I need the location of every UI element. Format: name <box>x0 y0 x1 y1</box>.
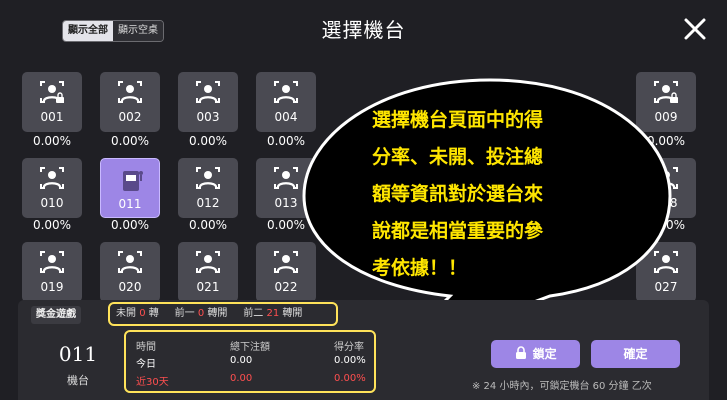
bonus-game-tag: 獎金遊戲 <box>31 306 81 324</box>
slot-machine-icon <box>118 167 144 197</box>
prev1-value: 0 <box>197 308 205 319</box>
prev1-label: 前一 <box>174 308 195 319</box>
machine-rate-003: 0.00% <box>188 134 228 148</box>
machine-tile-019[interactable]: 019 <box>22 242 82 302</box>
callout-line: 說都是相當重要的參 <box>372 219 544 242</box>
callout-line: 額等資訊對於選台來 <box>372 182 543 205</box>
page-title: 選擇機台 <box>321 18 406 42</box>
machine-number: 001 <box>40 110 64 124</box>
close-icon[interactable] <box>680 14 710 44</box>
table-row-today-bet: 0.00 <box>230 355 253 366</box>
machine-number: 019 <box>40 280 64 294</box>
machine-rate-002: 0.00% <box>110 134 150 148</box>
machine-number: 003 <box>196 110 220 124</box>
callout-line: 分率、未開、投注總 <box>372 145 543 168</box>
lock-icon <box>516 346 527 359</box>
lock-button[interactable]: 鎖定 <box>491 340 580 368</box>
user-scan-icon <box>39 80 65 108</box>
machine-tile-011[interactable]: 011 <box>100 158 160 218</box>
table-row-30d-time: 近30天 <box>136 377 169 388</box>
machine-number: 011 <box>118 197 142 211</box>
table-header-time: 時間 <box>136 342 156 353</box>
machine-number: 021 <box>196 280 220 294</box>
user-scan-icon <box>273 250 299 278</box>
machine-number: 010 <box>40 196 64 210</box>
machine-tile-003[interactable]: 003 <box>178 72 238 132</box>
user-scan-icon <box>195 250 221 278</box>
modal-header: 顯示全部 顯示空桌 選擇機台 <box>0 0 727 56</box>
stats-table: 時間 總下注額 得分率 今日 0.00 0.00% 近30天 0.00 0.00… <box>124 330 376 393</box>
confirm-button[interactable]: 確定 <box>591 340 680 368</box>
user-scan-icon <box>39 250 65 278</box>
prev2-unit: 轉開 <box>282 308 303 319</box>
table-row-30d-bet: 0.00 <box>230 373 253 384</box>
prev2-label: 前二 <box>243 308 264 319</box>
spin-stats: 未開 0 轉 前一 0 轉開 前二 21 轉開 <box>108 302 338 326</box>
user-scan-icon <box>195 166 221 194</box>
machine-rate-001: 0.00% <box>32 134 72 148</box>
user-scan-icon <box>117 80 143 108</box>
machine-number: 012 <box>196 196 220 210</box>
not-open-unit: 轉 <box>148 308 159 319</box>
machine-rate-012: 0.00% <box>188 218 228 232</box>
prev1-unit: 轉開 <box>207 308 228 319</box>
machine-tile-002[interactable]: 002 <box>100 72 160 132</box>
lock-note: ※ 24 小時內，可鎖定機台 60 分鐘 乙次 <box>472 381 652 392</box>
user-scan-icon <box>117 250 143 278</box>
not-open-label: 未開 <box>116 308 136 319</box>
not-open-value: 0 <box>139 308 146 319</box>
selected-machine-number: 011 <box>58 342 98 366</box>
machine-number: 002 <box>118 110 142 124</box>
table-row-30d-rate: 0.00% <box>334 373 366 384</box>
machine-tile-021[interactable]: 021 <box>178 242 238 302</box>
user-scan-icon <box>195 80 221 108</box>
table-row-today-rate: 0.00% <box>334 355 366 366</box>
machine-tile-020[interactable]: 020 <box>100 242 160 302</box>
user-scan-icon <box>273 80 299 108</box>
user-scan-icon <box>273 166 299 194</box>
user-scan-icon <box>39 166 65 194</box>
machine-tile-001[interactable]: 001 <box>22 72 82 132</box>
machine-number: 020 <box>118 280 142 294</box>
lock-button-label: 鎖定 <box>532 347 557 361</box>
callout-line: 選擇機台頁面中的得 <box>372 108 543 131</box>
callout-line: 考依據！！ <box>372 256 467 279</box>
machine-rate-011: 0.00% <box>110 218 150 232</box>
table-header-rate: 得分率 <box>334 342 364 353</box>
table-row-today-time: 今日 <box>136 359 156 370</box>
machine-rate-010: 0.00% <box>32 218 72 232</box>
prev2-value: 21 <box>266 308 280 319</box>
machine-tile-012[interactable]: 012 <box>178 158 238 218</box>
machine-tile-010[interactable]: 010 <box>22 158 82 218</box>
table-header-bet: 總下注額 <box>230 342 270 353</box>
machine-label: 機台 <box>67 374 89 387</box>
